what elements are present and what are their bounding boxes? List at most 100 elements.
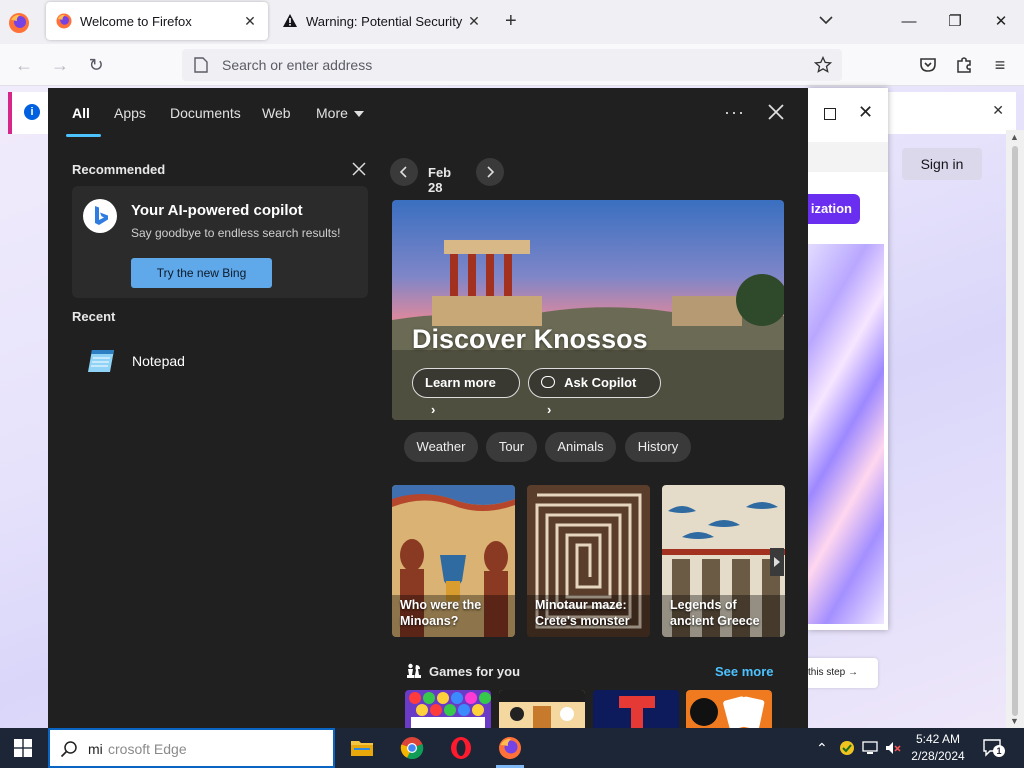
notepad-icon [88,350,114,372]
clock-time: 5:42 AM [915,732,961,746]
window-close-icon[interactable]: ✕ [989,10,1013,34]
customization-button[interactable]: ization [808,194,860,224]
reload-icon[interactable]: ↻ [86,55,106,75]
system-clock[interactable]: 5:42 AM 2/28/2024 [906,731,970,765]
tab-web[interactable]: Web [262,105,291,121]
caption-line: Who were the [400,598,482,612]
forward-arrow-icon[interactable]: → [50,55,70,75]
scroll-down-arrow-icon[interactable]: ▼ [1010,716,1019,726]
tab-welcome-firefox[interactable]: Welcome to Firefox ✕ [46,2,268,40]
knossos-hero-card[interactable]: Discover Knossos Learn more › Ask Copilo… [392,200,784,420]
tab-more[interactable]: More [316,105,364,121]
extensions-puzzle-icon[interactable] [954,55,974,75]
tab-all[interactable]: All [72,105,90,121]
dismiss-recommended-icon[interactable] [352,162,366,176]
card-caption: Who were the Minoans? [400,597,481,629]
maximize-icon[interactable] [824,108,836,120]
info-icon: i [24,104,40,120]
see-more-link[interactable]: See more [715,664,774,679]
notepad-label: Notepad [132,353,185,369]
chip-tour[interactable]: Tour [486,432,537,462]
skip-step-button[interactable]: this step → [802,658,878,688]
back-arrow-icon[interactable]: ← [14,55,34,75]
card-minoans[interactable]: Who were the Minoans? [392,485,515,637]
ask-copilot-button[interactable]: Ask Copilot › [528,368,661,417]
network-icon[interactable] [862,740,878,756]
previous-day-button[interactable] [390,158,418,186]
windows-start-icon[interactable] [14,739,32,757]
new-tab-plus-icon[interactable]: + [505,10,517,33]
firefox-taskbar-icon[interactable] [498,736,522,760]
block-puzzle-art [619,696,655,728]
volume-muted-icon[interactable] [885,740,901,756]
caret-right-icon [774,557,780,567]
address-bar[interactable]: Search or enter address [182,49,842,81]
background-window: ✕ ization [808,88,888,630]
copilot-recommendation-card: Your AI-powered copilot Say goodbye to e… [72,186,368,298]
tab-close-icon[interactable]: ✕ [466,13,482,30]
notification-count-badge: 1 [993,745,1005,757]
more-options-icon[interactable]: ··· [724,102,745,123]
address-placeholder: Search or enter address [222,57,373,73]
next-day-button[interactable] [476,158,504,186]
card-caption: Minotaur maze: Crete's monster [535,597,630,629]
security-shield-tray-icon[interactable] [839,740,855,756]
caption-line: Minoans? [400,614,459,628]
tray-chevron-up-icon[interactable]: ⌃ [816,740,832,756]
restore-icon[interactable]: ❐ [943,10,967,34]
clock-date: 2/28/2024 [911,749,965,763]
tab-close-icon[interactable]: ✕ [242,13,258,30]
recent-heading: Recent [72,309,116,324]
page-scrollbar[interactable]: ▲ ▼ [1006,130,1024,728]
copilot-subtitle: Say goodbye to endless search results! [131,226,341,240]
caption-line: Minotaur maze: [535,598,627,612]
recent-item-notepad[interactable]: Notepad [72,338,368,382]
card-minotaur-maze[interactable]: Minotaur maze: Crete's monster [527,485,650,637]
hamburger-menu-icon[interactable]: ≡ [990,55,1010,75]
tab-title: Welcome to Firefox [80,13,192,29]
date-label: Feb 28 [428,165,452,195]
games-heading: Games for you [406,663,520,679]
caption-line: ancient Greece [670,614,760,628]
panel-close-icon[interactable] [766,102,786,122]
chess-game-art [499,690,585,728]
firefox-nav-bar: ← → ↻ Search or enter address ≡ [0,44,1024,86]
chevron-right-icon: › [431,402,436,417]
game-tile-bubble-shooter[interactable] [405,690,491,728]
tab-documents[interactable]: Documents [170,105,241,121]
action-center-button[interactable]: 1 [983,739,1005,757]
cards-next-arrow-icon[interactable] [770,548,784,576]
game-tile-chess[interactable] [499,690,585,728]
scroll-up-arrow-icon[interactable]: ▲ [1010,132,1019,142]
notification-close-icon[interactable]: ✕ [992,102,1004,119]
pocket-icon[interactable] [918,55,938,75]
opera-icon[interactable] [449,736,473,760]
chip-weather[interactable]: Weather [404,432,478,462]
learn-more-button[interactable]: Learn more › [412,368,520,417]
tab-apps[interactable]: Apps [114,105,146,121]
taskbar-search-box[interactable]: crosoft Edge [48,728,335,768]
game-tile-blocks[interactable] [593,690,679,728]
close-icon[interactable]: ✕ [858,102,873,123]
firefox-menu-icon[interactable] [8,12,30,34]
chip-history[interactable]: History [625,432,691,462]
wave-artwork [808,244,884,624]
tab-security-warning[interactable]: Warning: Potential Security Risk Ahead ✕ [272,2,492,40]
warning-icon [283,14,297,27]
chip-animals[interactable]: Animals [545,432,616,462]
list-all-tabs-chevron-icon[interactable] [818,12,834,28]
minimize-icon[interactable]: — [897,10,921,34]
try-bing-button[interactable]: Try the new Bing [131,258,272,288]
file-explorer-icon[interactable] [350,736,374,760]
ask-copilot-label: Ask Copilot [564,375,637,390]
chrome-icon[interactable] [400,736,424,760]
recommended-heading: Recommended [72,162,166,177]
bubble-game-art [409,692,491,728]
scrollbar-thumb[interactable] [1012,146,1018,716]
bookmark-star-icon[interactable] [814,56,832,74]
sign-in-button[interactable]: Sign in [902,148,982,180]
tab-title: Warning: Potential Security Risk Ahead [306,13,466,29]
game-tile-solitaire[interactable] [686,690,772,728]
search-filter-tabs: All Apps Documents Web More ··· [48,88,808,138]
card-greek-legends[interactable]: Legends of ancient Greece [662,485,785,637]
